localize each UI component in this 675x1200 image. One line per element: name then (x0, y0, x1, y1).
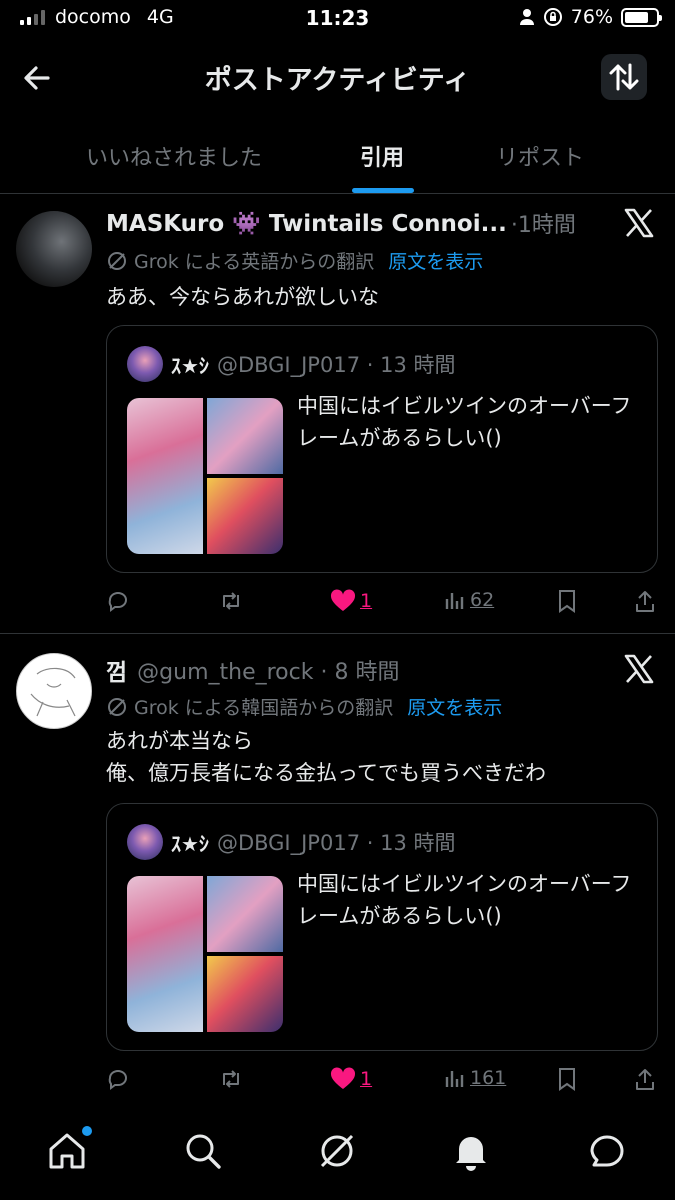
page-title: ポストアクティビティ (204, 65, 471, 96)
bar-chart-icon (445, 1071, 464, 1087)
show-original-link[interactable]: 原文を表示 (407, 693, 502, 720)
post-text-line: ああ、今ならあれが欲しいな (106, 285, 379, 309)
post-text-line: あれが本当なら (106, 729, 253, 753)
views-button[interactable]: 161 (444, 1067, 506, 1089)
tab-bar: いいねされました 引用 リポスト (0, 122, 675, 194)
repost-button[interactable] (218, 1067, 244, 1091)
like-button[interactable]: 1 (330, 589, 372, 613)
grok-icon (108, 697, 126, 716)
battery-percent: 76% (570, 6, 613, 28)
heart-icon (330, 1067, 356, 1089)
view-count: 62 (470, 589, 495, 611)
nav-home[interactable] (46, 1126, 92, 1172)
nav-grok[interactable] (316, 1130, 358, 1172)
header: ポストアクティビティ (0, 48, 675, 108)
card-image (207, 398, 283, 474)
post-divider (0, 633, 675, 634)
grok-icon (108, 251, 126, 270)
translation-label: Grok による韓国語からの翻訳 (134, 697, 394, 719)
like-count: 1 (360, 590, 373, 612)
x-logo-icon (624, 208, 654, 238)
repost-icon (223, 592, 239, 610)
post-text: ああ、今ならあれが欲しいな (106, 281, 379, 313)
rotation-lock-icon (543, 8, 562, 26)
avatar[interactable] (16, 653, 92, 729)
quote-media[interactable] (127, 876, 283, 1032)
quoted-post[interactable]: ｽ★ｼ @DBGI_JP017 · 13 時間 中国にはイビルツインのオーバーフ… (106, 803, 658, 1051)
tab-reposts[interactable]: リポスト (496, 140, 584, 172)
author-name[interactable]: 껌 (106, 653, 127, 687)
show-original-link[interactable]: 原文を表示 (388, 247, 483, 274)
nav-search[interactable] (182, 1130, 224, 1172)
repost-icon (223, 1070, 239, 1088)
sort-button[interactable] (601, 54, 647, 100)
sort-arrows-icon (609, 63, 639, 91)
bookmark-icon (559, 590, 575, 613)
share-button[interactable] (634, 1067, 656, 1091)
card-image (127, 876, 203, 1032)
quote-media[interactable] (127, 398, 283, 554)
quoted-post[interactable]: ｽ★ｼ @DBGI_JP017 · 13 時間 中国にはイビルツインのオーバーフ… (106, 325, 658, 573)
nav-notifications[interactable] (450, 1130, 492, 1172)
reply-icon (108, 592, 127, 612)
post-meta: ·1時間 (510, 213, 576, 238)
tab-quotes[interactable]: 引用 (360, 140, 404, 172)
bar-chart-icon (445, 593, 464, 609)
tab-likes[interactable]: いいねされました (86, 140, 262, 172)
share-icon (636, 591, 654, 612)
views-button[interactable]: 62 (444, 589, 494, 611)
nav-messages[interactable] (586, 1130, 628, 1172)
repost-button[interactable] (218, 589, 244, 613)
quote-text: 中国にはイビルツインのオーバーフレームがあるらしい() (297, 872, 632, 928)
bottom-nav (0, 1108, 675, 1200)
bookmark-button[interactable] (556, 1067, 578, 1091)
card-image (207, 478, 283, 554)
reply-icon (108, 1070, 127, 1090)
notification-dot (82, 1126, 92, 1136)
messages-icon (590, 1135, 624, 1167)
home-icon (49, 1133, 85, 1169)
battery-icon (621, 7, 662, 27)
post-meta: @gum_the_rock · 8 時間 (137, 660, 400, 685)
search-icon (186, 1134, 221, 1169)
x-logo-icon (624, 654, 654, 684)
card-image (207, 956, 283, 1032)
post[interactable]: 껌 @gum_the_rock · 8 時間 Grok による韓国語からの翻訳 … (0, 641, 675, 1101)
share-icon (636, 1069, 654, 1090)
tab-indicator (352, 188, 414, 193)
bookmark-button[interactable] (556, 589, 578, 613)
grok-icon (320, 1134, 354, 1168)
heart-icon (330, 589, 356, 611)
author-name[interactable]: MASKuro 👾 Twintails Connoi... (106, 210, 507, 237)
quote-meta: @DBGI_JP017 · 13 時間 (216, 831, 456, 855)
reply-button[interactable] (106, 589, 130, 613)
card-image (127, 398, 203, 554)
quote-text: 中国にはイビルツインのオーバーフレームがあるらしい() (297, 394, 632, 450)
status-bar: docomo 4G 11:23 76% (0, 0, 675, 38)
post[interactable]: MASKuro 👾 Twintails Connoi... ·1時間 Grok … (0, 195, 675, 632)
like-count: 1 (360, 1068, 373, 1090)
card-image (207, 876, 283, 952)
quote-author-name: ｽ★ｼ (171, 353, 209, 378)
notifications-icon (456, 1137, 486, 1171)
quote-avatar (127, 824, 163, 860)
avatar[interactable] (16, 211, 92, 287)
quote-meta: @DBGI_JP017 · 13 時間 (216, 353, 456, 377)
view-count: 161 (470, 1067, 507, 1089)
action-bar: 1 62 (106, 589, 658, 619)
bookmark-icon (559, 1068, 575, 1091)
like-button[interactable]: 1 (330, 1067, 372, 1091)
translation-label: Grok による英語からの翻訳 (134, 251, 375, 273)
person-icon (519, 9, 534, 25)
share-button[interactable] (634, 589, 656, 613)
quote-author-name: ｽ★ｼ (171, 831, 209, 856)
post-text-line: 俺、億万長者になる金払ってでも買うべきだわ (106, 761, 546, 785)
quote-avatar (127, 346, 163, 382)
reply-button[interactable] (106, 1067, 130, 1091)
avatar-sketch (30, 667, 76, 717)
action-bar: 1 161 (106, 1067, 658, 1097)
post-text: あれが本当なら 俺、億万長者になる金払ってでも買うべきだわ (106, 725, 546, 789)
